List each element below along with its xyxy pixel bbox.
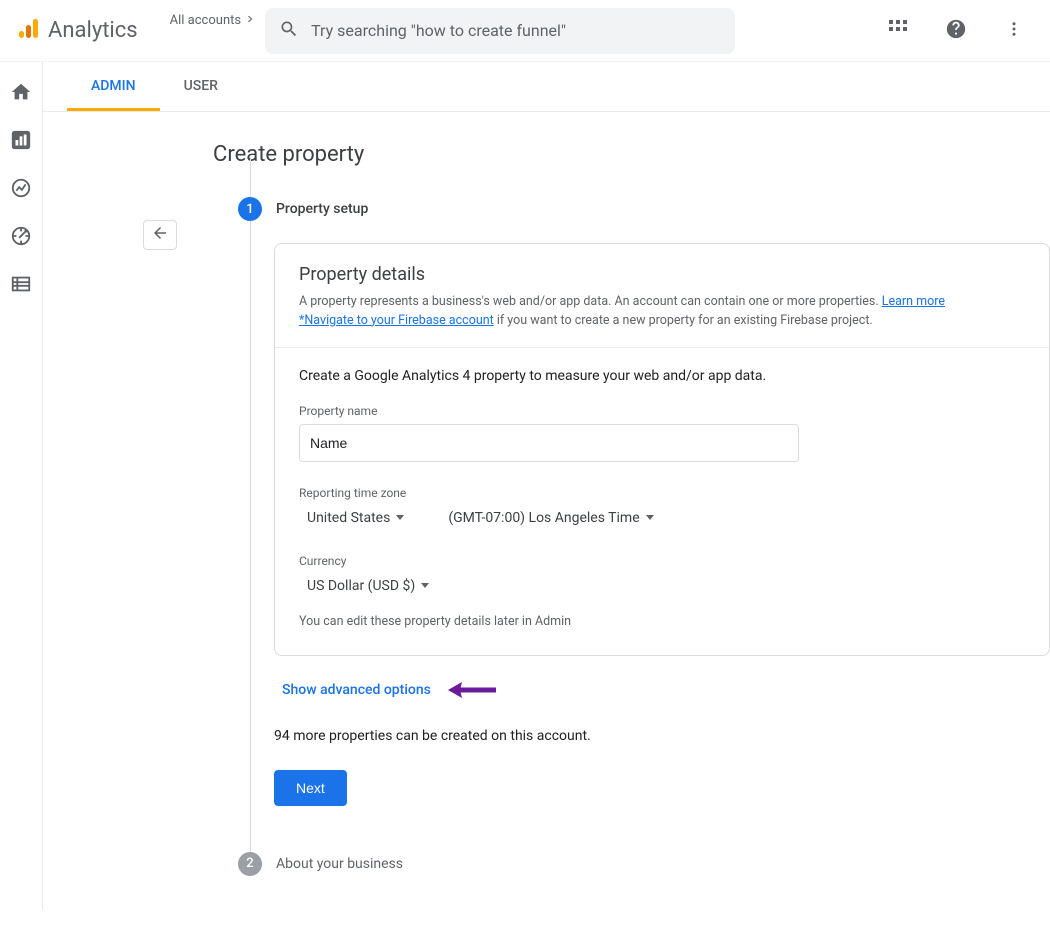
product-logo[interactable]: Analytics [16,17,138,45]
step-2-header[interactable]: 2 About your business [238,852,1050,876]
caret-down-icon [421,583,429,588]
nav-explore[interactable] [9,178,33,202]
help-icon [945,18,967,44]
learn-more-link[interactable]: Learn more [882,294,945,309]
caret-down-icon [646,515,654,520]
property-name-label: Property name [299,404,1025,418]
analytics-logo-icon [16,17,40,45]
property-details-card: Property details A property represents a… [274,243,1050,656]
bar-chart-icon [10,129,32,155]
next-button[interactable]: Next [274,770,347,806]
help-button[interactable] [936,11,976,51]
currency-dropdown[interactable]: US Dollar (USD $) [299,574,1025,598]
explore-icon [10,177,32,203]
left-nav-rail [0,62,43,910]
caret-down-icon [396,515,404,520]
nav-advertising[interactable] [9,226,33,250]
tab-bar: ADMIN USER [43,62,1050,112]
more-button[interactable] [994,11,1034,51]
card-title: Property details [299,264,1025,285]
table-icon [10,273,32,299]
currency-label: Currency [299,554,1025,568]
property-name-input[interactable] [299,424,799,462]
accounts-label: All accounts [170,13,241,28]
annotation-arrow-icon [446,680,496,704]
header-actions [878,11,1034,51]
page-title: Create property [213,142,1050,167]
step-2-badge: 2 [238,852,262,876]
accounts-selector[interactable]: All accounts [170,13,255,48]
target-icon [10,225,32,251]
content-area: ADMIN USER Create property 1 Property se… [43,62,1050,910]
step-1-label: Property setup [276,201,368,217]
tab-admin[interactable]: ADMIN [67,62,160,111]
home-icon [10,81,32,107]
edit-later-hint: You can edit these property details late… [299,614,1025,629]
card-subtitle: A property represents a business's web a… [299,293,1025,331]
apps-grid-icon [889,20,907,42]
timezone-country-dropdown[interactable]: United States [299,506,412,530]
step-1-header: 1 Property setup [238,197,1050,221]
search-icon [279,19,299,43]
timezone-label: Reporting time zone [299,486,1025,500]
stepper-line [250,157,251,876]
search-box[interactable]: Try searching "how to create funnel" [265,8,735,54]
more-vert-icon [1005,20,1023,42]
nav-home[interactable] [9,82,33,106]
timezone-value-dropdown[interactable]: (GMT-07:00) Los Angeles Time [440,506,661,530]
card-lead: Create a Google Analytics 4 property to … [299,368,1025,384]
app-header: Analytics All accounts Try searching "ho… [0,0,1050,62]
nav-configure[interactable] [9,274,33,298]
chevron-right-icon [245,13,255,28]
remaining-properties-text: 94 more properties can be created on thi… [274,728,1050,744]
nav-reports[interactable] [9,130,33,154]
tab-user[interactable]: USER [160,62,242,111]
show-advanced-options-link[interactable]: Show advanced options [282,682,431,698]
apps-button[interactable] [878,11,918,51]
step-2-label: About your business [276,856,403,872]
firebase-link[interactable]: *Navigate to your Firebase account [299,313,494,328]
search-placeholder: Try searching "how to create funnel" [311,21,566,40]
step-1-badge: 1 [238,197,262,221]
product-name: Analytics [48,18,138,43]
